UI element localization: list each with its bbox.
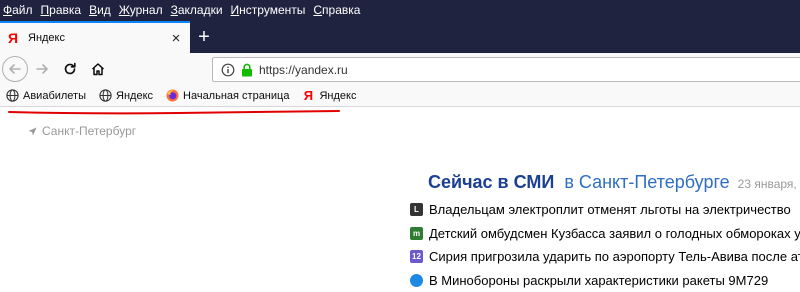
menu-history[interactable]: Журнал [119,3,163,17]
news-source-icon: m [410,226,423,240]
info-icon[interactable] [221,63,235,77]
bookmark-label: Авиабилеты [23,89,87,102]
news-source-icon: L [410,203,423,217]
news-headline[interactable]: Сирия пригрозила ударить по аэропорту Те… [429,249,800,264]
annotation-underline [8,110,340,115]
globe-icon [98,89,112,103]
bookmark-label: Яндекс [116,89,154,102]
bookmark-start-page[interactable]: Начальная страница [165,89,289,103]
yandex-icon: Я [8,30,19,46]
bookmark-aviabilety[interactable]: Авиабилеты [5,89,86,103]
bookmark-yandex-1[interactable]: Яндекс [98,89,153,103]
news-title[interactable]: Сейчас в СМИ [428,172,554,193]
city-name: Санкт-Петербург [42,124,137,138]
menu-help[interactable]: Справка [313,3,360,17]
bookmark-label: Начальная страница [183,89,290,102]
menu-tools[interactable]: Инструменты [231,3,306,17]
home-button[interactable] [86,57,110,81]
bookmark-yandex-2[interactable]: Я Яндекс [301,88,357,103]
bookmark-label: Яндекс [319,89,357,102]
news-list: L Владельцам электроплит отменят льготы … [410,198,800,292]
nav-bar: https://yandex.ru [0,53,800,85]
news-source-icon [410,273,423,287]
url-text[interactable]: https://yandex.ru [259,63,348,77]
reload-button[interactable] [58,57,82,81]
news-item[interactable]: L Владельцам электроплит отменят льготы … [410,198,800,222]
back-button[interactable] [2,56,28,82]
lock-icon[interactable] [241,63,253,77]
news-item[interactable]: В Минобороны раскрыли характеристики рак… [410,269,800,292]
menu-bar: Файл Правка Вид Журнал Закладки Инструме… [0,0,800,20]
tab-strip: Я Яндекс × + [0,20,800,53]
news-headline[interactable]: В Минобороны раскрыли характеристики рак… [429,273,768,288]
menu-edit[interactable]: Правка [41,3,82,17]
bookmarks-bar: Авиабилеты Яндекс Начальная страница Я Я… [0,85,800,107]
arrow-right-icon [36,64,48,74]
yandex-icon: Я [303,88,314,103]
forward-button[interactable] [30,57,54,81]
news-headline[interactable]: Детский омбудсмен Кузбасса заявил о голо… [429,226,800,241]
news-item[interactable]: m Детский омбудсмен Кузбасса заявил о го… [410,222,800,246]
location-arrow-icon [28,127,37,135]
news-headline[interactable]: Владельцам электроплит отменят льготы на… [429,202,791,217]
reload-icon [64,62,76,75]
menu-bookmarks[interactable]: Закладки [171,3,223,17]
tab-title: Яндекс [28,32,65,44]
city-selector[interactable]: Санкт-Петербург [28,124,136,138]
tab-yandex[interactable]: Я Яндекс × [0,21,190,53]
news-source-icon: 12 [410,250,423,264]
new-tab-button[interactable]: + [192,25,216,49]
home-icon [91,63,105,76]
close-icon[interactable]: × [166,30,186,47]
news-header: Сейчас в СМИ в Санкт-Петербурге 23 январ… [428,172,800,193]
globe-icon [5,89,19,103]
menu-view[interactable]: Вид [89,3,111,17]
url-bar[interactable]: https://yandex.ru [212,57,800,82]
news-item[interactable]: 12 Сирия пригрозила ударить по аэропорту… [410,245,800,269]
menu-file[interactable]: Файл [3,3,33,17]
arrow-left-icon [9,64,21,74]
news-date: 23 января, сред [737,177,800,191]
news-region-link[interactable]: в Санкт-Петербурге [564,172,729,193]
firefox-icon [165,89,179,103]
